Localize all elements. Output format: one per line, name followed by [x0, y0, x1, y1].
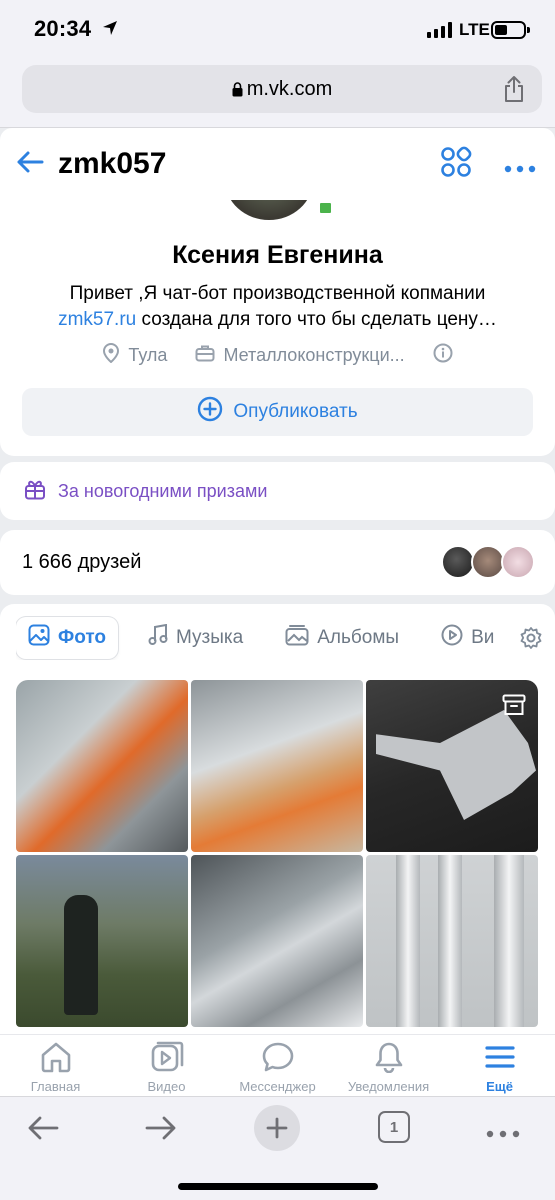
publish-label: Опубликовать [233, 401, 358, 422]
bio-link[interactable]: zmk57.ru [58, 309, 136, 330]
url-text: m.vk.com [246, 78, 333, 100]
page-header: zmk057 [0, 128, 555, 200]
url-bar[interactable]: m.vk.com [22, 65, 542, 113]
nav-label: Видео [147, 1079, 186, 1094]
bottom-navigation: Главная Видео Мессенджер Уведомления Ещё [0, 1034, 555, 1096]
photo-thumbnail[interactable] [16, 855, 188, 1027]
gear-icon[interactable] [515, 626, 543, 655]
profile-meta: Тула Металлоконструкци... [0, 342, 555, 368]
photo-thumbnail[interactable] [366, 855, 538, 1027]
tabs-count-button[interactable]: 1 [378, 1111, 410, 1143]
music-icon [148, 623, 168, 652]
home-icon [39, 1041, 73, 1079]
tab-label: Ви [471, 627, 495, 648]
nav-label: Уведомления [347, 1079, 430, 1094]
photo-icon [28, 624, 50, 652]
browser-back-icon[interactable] [26, 1113, 60, 1148]
battery-icon [491, 21, 530, 39]
new-tab-plus-icon[interactable] [254, 1105, 300, 1151]
nav-home[interactable]: Главная [0, 1035, 111, 1096]
briefcase-icon [195, 344, 215, 367]
video-play-icon [441, 624, 463, 652]
nav-messenger[interactable]: Мессенджер [222, 1035, 333, 1096]
publish-button[interactable]: Опубликовать [22, 388, 533, 436]
profile-bio: Привет ,Я чат-бот производственной копма… [20, 281, 535, 333]
friend-avatar [441, 545, 475, 579]
menu-icon [483, 1041, 517, 1079]
more-dots-icon[interactable] [504, 160, 536, 178]
plus-circle-icon [197, 396, 223, 428]
tab-label: Музыка [176, 627, 244, 648]
tab-photos[interactable]: Фото [16, 617, 119, 659]
tab-label: Фото [58, 627, 107, 648]
network-type: LTE [459, 20, 490, 39]
avatar[interactable] [225, 200, 313, 220]
friends-count: 1 666 друзей [22, 551, 142, 573]
browser-address-area: m.vk.com [0, 62, 555, 128]
location-arrow-icon [102, 20, 118, 41]
gift-label: За новогодними призами [58, 480, 268, 501]
tab-music[interactable]: Музыка [136, 617, 255, 659]
home-indicator [178, 1183, 378, 1190]
video-icon [150, 1041, 184, 1079]
status-bar: 20:34 LTE [0, 0, 555, 62]
nav-label: Мессенджер [239, 1079, 316, 1094]
archive-icon [502, 694, 526, 721]
tab-albums[interactable]: Альбомы [273, 617, 411, 659]
photo-thumbnail[interactable] [366, 680, 538, 852]
bio-line-1: Привет ,Я чат-бот производственной копма… [69, 283, 486, 304]
status-time: 20:34 [34, 16, 92, 41]
location-pin-icon [102, 342, 120, 368]
profile-city: Тула [128, 345, 168, 365]
media-section: Фото Музыка Альбомы Ви [0, 604, 555, 1034]
friend-avatar [471, 545, 505, 579]
back-arrow-icon[interactable] [16, 150, 44, 179]
apps-grid-icon[interactable] [440, 146, 472, 183]
album-icon [285, 624, 309, 652]
friend-avatars [441, 545, 535, 579]
info-icon[interactable] [433, 343, 453, 368]
gift-banner[interactable]: За новогодними призами [0, 462, 555, 520]
share-icon[interactable] [502, 75, 526, 108]
friend-avatar [501, 545, 535, 579]
nav-label: Ещё [486, 1079, 513, 1094]
browser-more-icon[interactable] [486, 1125, 520, 1143]
nav-video[interactable]: Видео [111, 1035, 222, 1096]
profile-card: Ксения Евгенина Привет ,Я чат-бот произв… [0, 200, 555, 456]
friends-row[interactable]: 1 666 друзей [0, 530, 555, 595]
media-tabs: Фото Музыка Альбомы Ви [16, 616, 536, 660]
photo-thumbnail[interactable] [16, 680, 188, 852]
photo-grid [16, 680, 539, 1027]
gift-icon [24, 478, 46, 505]
profile-work: Металлоконструкци... [223, 345, 405, 365]
online-indicator [317, 200, 334, 216]
page-title: zmk057 [58, 147, 167, 180]
photo-thumbnail[interactable] [191, 855, 363, 1027]
tab-label: Альбомы [317, 627, 400, 648]
tab-video[interactable]: Ви [429, 617, 506, 659]
lock-icon [232, 80, 243, 103]
bell-icon [372, 1041, 406, 1079]
nav-label: Главная [30, 1079, 81, 1094]
messenger-icon [261, 1041, 295, 1079]
nav-more[interactable]: Ещё [444, 1035, 555, 1096]
nav-notifications[interactable]: Уведомления [333, 1035, 444, 1096]
signal-icon [427, 22, 452, 38]
browser-forward-icon[interactable] [144, 1113, 178, 1148]
photo-thumbnail[interactable] [191, 680, 363, 852]
browser-toolbar: 1 [0, 1096, 555, 1200]
bio-line-2: создана для того что бы сделать цену… [136, 309, 497, 330]
profile-name: Ксения Евгенина [172, 241, 383, 269]
